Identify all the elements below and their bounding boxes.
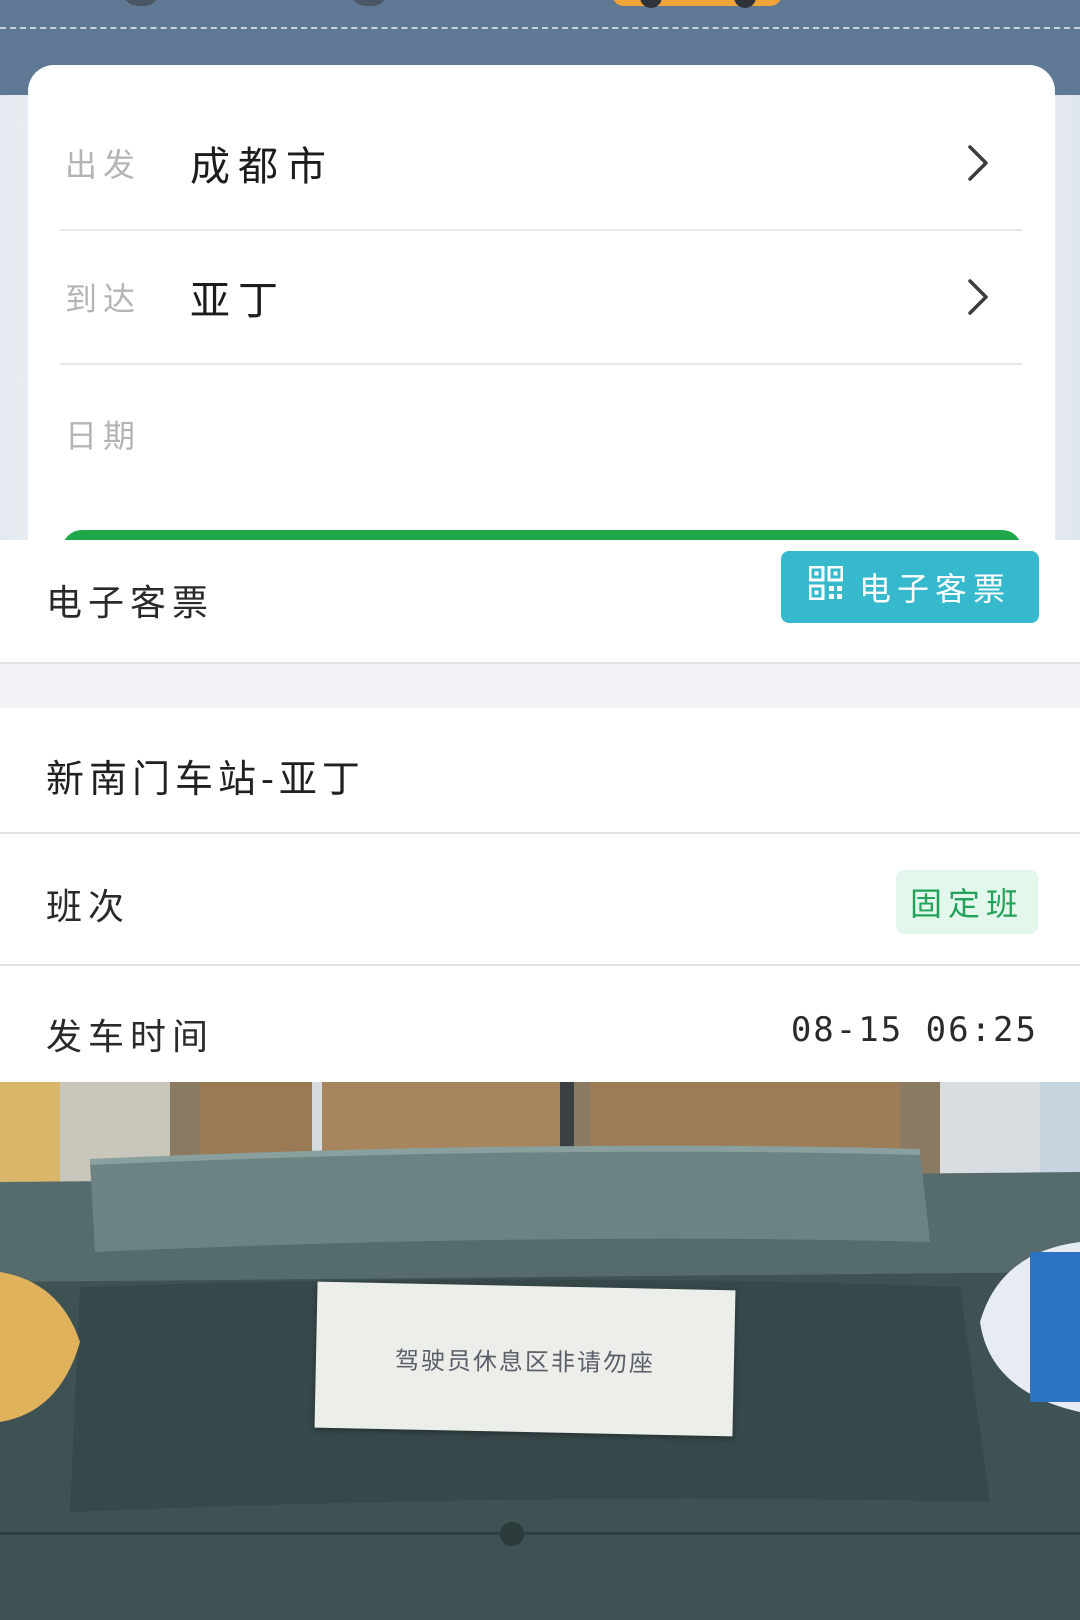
bus-wheel-icon	[640, 0, 662, 8]
seat-note-text: 驾驶员休息区非请勿座	[394, 1346, 656, 1377]
header-decoration	[350, 0, 388, 6]
arrival-label: 到达	[65, 280, 142, 318]
schedule-row: 班次 固定班	[0, 834, 1080, 966]
bus-wheel-icon	[734, 0, 756, 8]
eticket-title: 电子客票	[46, 583, 215, 624]
seat-photo: 驾驶员休息区非请勿座	[0, 1082, 1080, 1620]
date-label: 日期	[65, 417, 142, 455]
schedule-type-badge: 固定班	[896, 870, 1038, 934]
schedule-label: 班次	[46, 887, 131, 928]
seat-note: 驾驶员休息区非请勿座	[314, 1281, 736, 1437]
route-name: 新南门车站-亚丁	[46, 757, 365, 801]
date-row[interactable]: 日期	[60, 367, 1022, 501]
departure-label: 出发	[65, 146, 142, 184]
eticket-button-label: 电子客票	[858, 570, 1011, 608]
departure-time-row: 发车时间 08-15 06:25	[0, 966, 1080, 1082]
section-divider	[0, 664, 1080, 708]
departure-value: 成都市	[190, 144, 334, 190]
departure-time-label: 发车时间	[46, 1017, 215, 1058]
eticket-section: 电子客票 电子客票	[0, 540, 1080, 664]
header-dashed-line	[0, 27, 1080, 29]
eticket-button[interactable]: 电子客票	[781, 551, 1039, 623]
route-section: 新南门车站-亚丁	[0, 708, 1080, 834]
bus-illustration	[612, 0, 782, 8]
arrival-value: 亚丁	[190, 278, 286, 324]
departure-row[interactable]: 出发 成都市	[60, 97, 1022, 231]
departure-time-value: 08-15 06:25	[790, 1010, 1038, 1050]
arrival-row[interactable]: 到达 亚丁	[60, 231, 1022, 365]
search-card: 出发 成都市 到达 亚丁 日期	[28, 65, 1055, 541]
chevron-right-icon[interactable]	[954, 273, 1002, 321]
qr-code-icon	[808, 565, 844, 608]
chevron-right-icon[interactable]	[954, 139, 1002, 187]
header-decoration	[122, 0, 160, 6]
